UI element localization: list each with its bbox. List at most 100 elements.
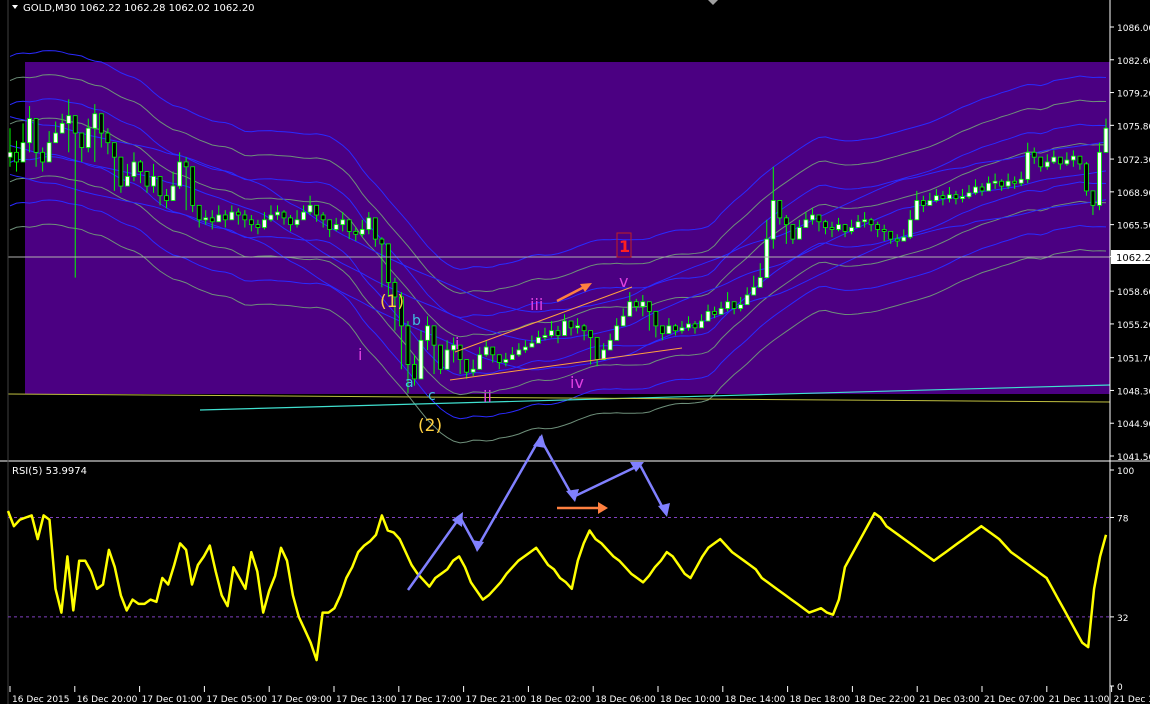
rsi-header: RSI(5) 53.9974 bbox=[12, 466, 87, 477]
candle-body bbox=[894, 238, 900, 242]
candle-body bbox=[868, 219, 874, 226]
time-tick-label: 17 Dec 05:00 bbox=[206, 695, 267, 704]
candle-body bbox=[366, 217, 372, 230]
candle-body bbox=[125, 176, 130, 187]
time-tick-label: 21 Dec 03:00 bbox=[919, 695, 980, 704]
candle-body bbox=[1012, 180, 1018, 184]
wave-label-c: c bbox=[428, 388, 436, 404]
candle-body bbox=[934, 195, 939, 201]
candle-body bbox=[653, 310, 659, 327]
candle-body bbox=[105, 132, 111, 144]
candle-body bbox=[196, 204, 202, 221]
candle-body bbox=[503, 359, 509, 363]
time-tick-label: 17 Dec 09:00 bbox=[271, 695, 332, 704]
candle-body bbox=[627, 301, 633, 317]
candle-body bbox=[607, 339, 613, 351]
candle-body bbox=[1097, 151, 1102, 206]
candle-body bbox=[673, 325, 678, 332]
candle-body bbox=[59, 123, 65, 134]
price-tick-label: 1086.00 bbox=[1117, 24, 1150, 34]
candle-body bbox=[118, 156, 124, 187]
candle-body bbox=[209, 217, 215, 223]
candle-body bbox=[953, 194, 959, 199]
price-tick-label: 1072.30 bbox=[1117, 156, 1150, 166]
candle-body bbox=[940, 195, 946, 200]
time-tick-label: 16 Dec 2015 bbox=[12, 695, 70, 704]
price-tick-label: 1075.80 bbox=[1117, 122, 1150, 132]
candle-body bbox=[542, 335, 548, 338]
candle-body bbox=[803, 219, 809, 228]
candle-body bbox=[731, 301, 737, 309]
candle-body bbox=[855, 221, 861, 228]
candle-body bbox=[777, 200, 783, 219]
wave-label-iv: iv bbox=[570, 373, 584, 392]
candle-body bbox=[568, 320, 574, 329]
current-price-tag: 1062.20 bbox=[1111, 250, 1150, 264]
candle-body bbox=[79, 132, 85, 148]
price-tick-label: 1048.30 bbox=[1117, 387, 1150, 397]
candle-body bbox=[1051, 156, 1057, 163]
candle-body bbox=[46, 142, 52, 163]
candle-body bbox=[425, 325, 430, 341]
candle-body bbox=[7, 151, 13, 158]
candle-body bbox=[477, 354, 483, 370]
candle-body bbox=[157, 176, 163, 197]
time-tick-label: 16 Dec 20:00 bbox=[77, 695, 138, 704]
candle-body bbox=[620, 315, 626, 327]
candle-body bbox=[222, 214, 228, 221]
candle-body bbox=[203, 217, 209, 221]
rsi-tick-label: 0 bbox=[1117, 683, 1123, 693]
candle-body bbox=[575, 325, 580, 329]
candle-body bbox=[1064, 159, 1070, 165]
candle-body bbox=[705, 310, 711, 322]
time-tick-label: 18 Dec 06:00 bbox=[595, 695, 656, 704]
wave-label-a: a bbox=[405, 375, 414, 391]
candle-body bbox=[359, 229, 365, 235]
candle-body bbox=[686, 323, 691, 329]
candle-body bbox=[255, 224, 261, 228]
candle-body bbox=[320, 214, 326, 221]
candle-body bbox=[379, 238, 385, 245]
candle-body bbox=[744, 294, 750, 306]
wave-label-1-gold: (1) bbox=[380, 292, 404, 312]
candle-body bbox=[85, 127, 91, 148]
time-tick-label: 18 Dec 10:00 bbox=[660, 695, 721, 704]
candle-body bbox=[333, 224, 339, 230]
candle-body bbox=[823, 221, 828, 228]
candle-body bbox=[1077, 155, 1083, 165]
candle-body bbox=[138, 161, 143, 173]
candle-body bbox=[288, 217, 293, 226]
candle-body bbox=[1005, 180, 1011, 187]
candle-body bbox=[262, 219, 267, 228]
candle-body bbox=[464, 359, 470, 373]
candle-body bbox=[979, 186, 985, 192]
time-tick-label: 18 Dec 18:00 bbox=[790, 695, 851, 704]
candle-body bbox=[40, 151, 45, 163]
candle-body bbox=[523, 346, 528, 351]
candle-body bbox=[53, 132, 59, 144]
candle-body bbox=[914, 200, 920, 221]
price-tick-label: 1044.90 bbox=[1117, 420, 1150, 430]
candle-body bbox=[353, 230, 359, 235]
candle-body bbox=[699, 320, 704, 329]
candle-body bbox=[151, 176, 156, 187]
candle-body bbox=[92, 113, 98, 129]
rsi-tick-label: 100 bbox=[1117, 467, 1134, 477]
rsi-tick-label: 78 bbox=[1117, 515, 1129, 525]
wave-label-i: i bbox=[455, 334, 459, 353]
rsi-axis-ticks: 100 78 32 0 bbox=[1110, 467, 1134, 693]
candle-body bbox=[751, 286, 757, 296]
candle-body bbox=[1038, 156, 1044, 168]
current-price-label: 1062.20 bbox=[1116, 253, 1150, 264]
symbol-header: GOLD,M30 1062.22 1062.28 1062.02 1062.20 bbox=[23, 3, 255, 14]
candle-body bbox=[405, 325, 411, 365]
candle-body bbox=[764, 238, 770, 279]
chart-canvas[interactable]: (1) (2) i b a c i ii iii iv v 1 GOLD,M30… bbox=[0, 0, 1150, 704]
orange-arrow-rsi bbox=[557, 502, 608, 514]
candle-body bbox=[1044, 161, 1050, 168]
time-tick-label: 18 Dec 14:00 bbox=[725, 695, 786, 704]
price-tick-label: 1065.50 bbox=[1117, 222, 1150, 232]
candle-body bbox=[797, 227, 802, 240]
wave-label-b: b bbox=[412, 313, 421, 329]
candle-body bbox=[783, 217, 789, 226]
